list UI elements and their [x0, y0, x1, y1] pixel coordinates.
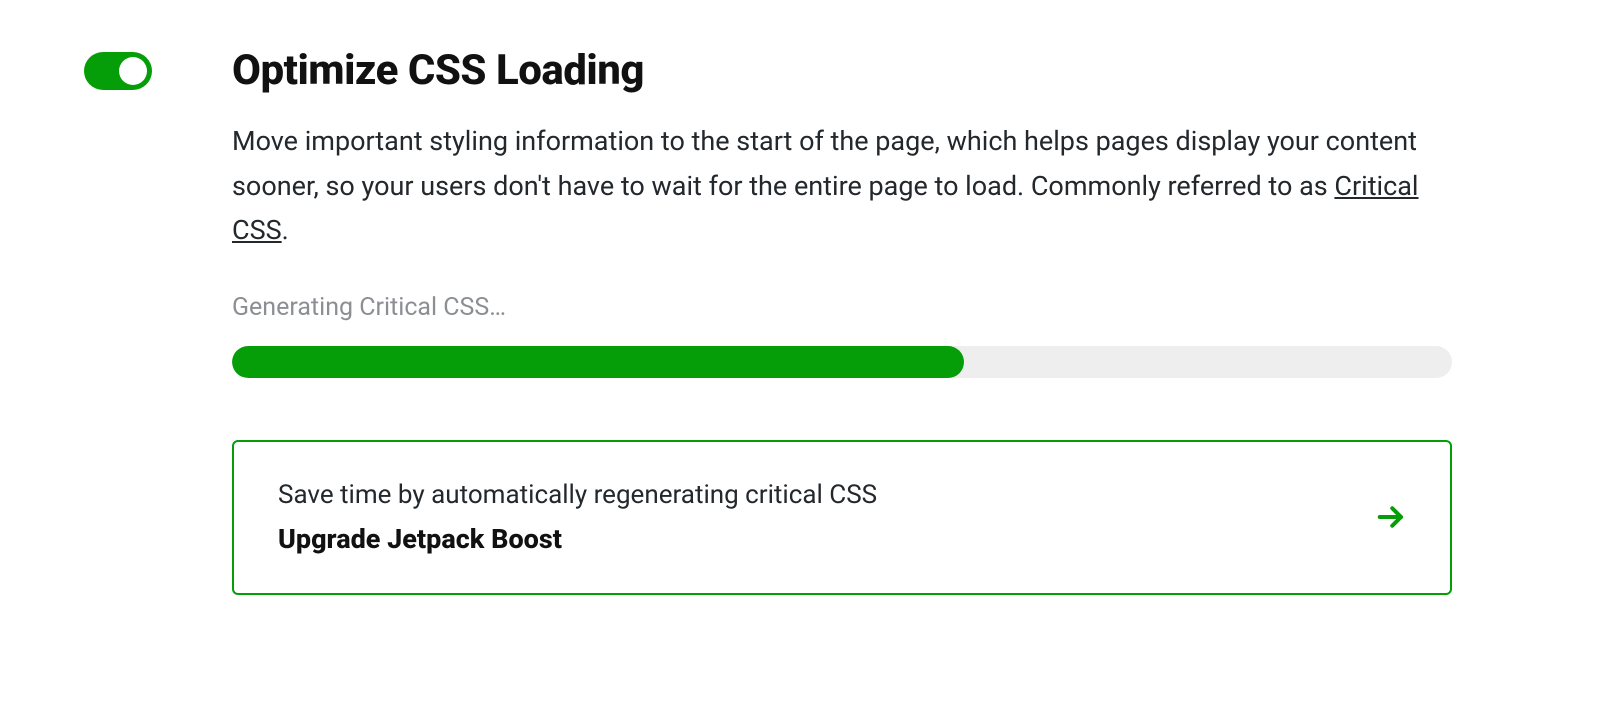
upsell-cta: Upgrade Jetpack Boost [278, 517, 877, 562]
feature-description: Move important styling information to th… [232, 119, 1452, 253]
feature-toggle[interactable] [84, 52, 152, 90]
progress-bar-fill [232, 346, 964, 378]
upsell-text: Save time by automatically regenerating … [278, 474, 877, 561]
feature-title: Optimize CSS Loading [232, 46, 1452, 95]
upsell-message: Save time by automatically regenerating … [278, 480, 877, 510]
progress-bar [232, 346, 1452, 378]
arrow-right-icon [1376, 502, 1406, 532]
toggle-knob [119, 57, 147, 85]
feature-description-text-after: . [282, 214, 289, 246]
feature-content: Optimize CSS Loading Move important styl… [232, 46, 1452, 595]
upgrade-upsell-card[interactable]: Save time by automatically regenerating … [232, 440, 1452, 595]
progress-status-text: Generating Critical CSS… [232, 293, 1452, 322]
feature-description-text-before: Move important styling information to th… [232, 125, 1417, 202]
